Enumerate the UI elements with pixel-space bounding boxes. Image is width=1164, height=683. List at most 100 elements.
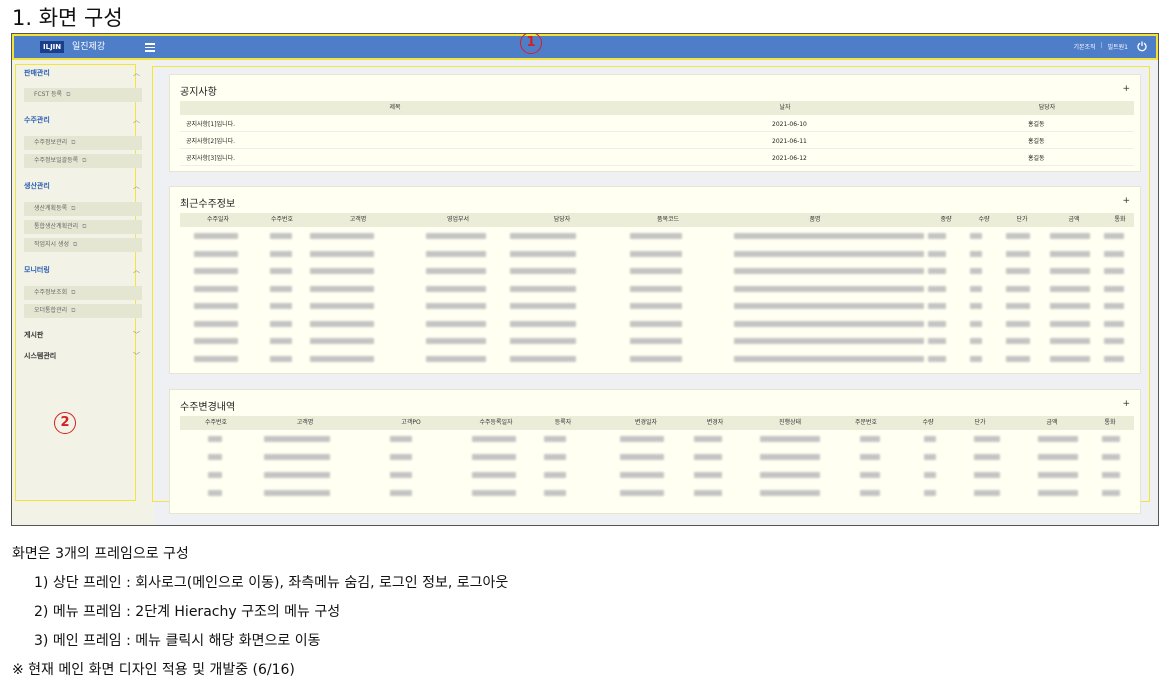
redacted-cell: [270, 285, 292, 292]
redacted-cell: [544, 490, 566, 496]
redacted-cell: [544, 436, 566, 442]
redacted-row[interactable]: [180, 336, 1134, 346]
redacted-cell: [1050, 303, 1090, 309]
redacted-cell: [970, 303, 982, 309]
hamburger-icon[interactable]: [145, 43, 155, 52]
company-name[interactable]: 일진제강: [72, 40, 105, 54]
menu-item-order-integrated[interactable]: 오더통합관리 ⧉: [24, 304, 142, 318]
menu-item-order-bulk[interactable]: 수주정보일괄등록 ⧉: [24, 154, 142, 168]
table-row[interactable]: 공지사항[2]입니다. 2021-06-11 홍길동: [180, 135, 1134, 149]
redacted-cell: [860, 436, 880, 442]
redacted-cell: [1006, 285, 1030, 292]
redacted-row[interactable]: [180, 452, 1134, 462]
table-row[interactable]: 공지사항[3]입니다. 2021-06-12 홍길동: [180, 152, 1134, 166]
redacted-cell: [1102, 454, 1120, 460]
caption-main-frame: 3) 메인 프레임 : 메뉴 클릭시 해당 화면으로 이동: [34, 633, 321, 649]
redacted-cell: [734, 338, 924, 344]
redacted-cell: [544, 454, 566, 460]
company-logo[interactable]: ILJIN: [40, 41, 65, 53]
menu-group-monitoring[interactable]: 모니터링 ︿: [16, 262, 142, 278]
change-history-title: 수주변경내역: [180, 402, 236, 413]
redacted-cell: [928, 320, 946, 327]
redacted-cell: [734, 250, 924, 257]
redacted-row[interactable]: [180, 301, 1134, 311]
redacted-cell: [974, 454, 1000, 460]
redacted-cell: [970, 250, 982, 257]
redacted-cell: [270, 355, 292, 362]
menu-group-system[interactable]: 시스템관리 ﹀: [16, 348, 142, 364]
redacted-cell: [264, 454, 330, 460]
redacted-cell: [426, 268, 486, 274]
redacted-cell: [264, 436, 330, 442]
redacted-cell: [1006, 250, 1030, 257]
redacted-row[interactable]: [180, 284, 1134, 294]
redacted-cell: [734, 233, 924, 239]
redacted-row[interactable]: [180, 319, 1134, 329]
redacted-cell: [630, 268, 682, 274]
redacted-cell: [734, 303, 924, 309]
redacted-cell: [472, 472, 516, 478]
redacted-row[interactable]: [180, 488, 1134, 498]
redacted-cell: [1104, 285, 1124, 292]
redacted-cell: [194, 355, 238, 362]
redacted-cell: [472, 436, 516, 442]
callout-1: 1: [520, 34, 542, 54]
redacted-row[interactable]: [180, 231, 1134, 241]
redacted-row[interactable]: [180, 354, 1134, 364]
redacted-cell: [924, 436, 936, 442]
redacted-cell: [1006, 355, 1030, 362]
redacted-cell: [928, 338, 946, 344]
menu-group-board[interactable]: 게시판 ﹀: [16, 327, 142, 343]
redacted-cell: [970, 285, 982, 292]
redacted-row[interactable]: [180, 434, 1134, 444]
menu-group-orders[interactable]: 수주관리 ︿: [16, 112, 142, 128]
menu-group-sales[interactable]: 판매관리 ︿: [16, 65, 142, 81]
top-frame: ILJIN 일진제강 기본조직 | 빌트원1: [12, 34, 1158, 60]
redacted-cell: [194, 338, 238, 344]
redacted-cell: [194, 303, 238, 309]
redacted-cell: [270, 268, 292, 274]
redacted-cell: [510, 355, 576, 362]
redacted-cell: [630, 285, 682, 292]
redacted-cell: [1006, 233, 1030, 239]
redacted-cell: [194, 268, 238, 274]
redacted-cell: [1104, 355, 1124, 362]
recent-orders-expand-button[interactable]: +: [1122, 196, 1130, 206]
redacted-row[interactable]: [180, 266, 1134, 276]
redacted-cell: [426, 285, 486, 292]
redacted-cell: [270, 250, 292, 257]
redacted-cell: [1050, 338, 1090, 344]
redacted-cell: [734, 355, 924, 362]
redacted-cell: [472, 490, 516, 496]
menu-item-work-order[interactable]: 작업지시 생성 ⧉: [24, 238, 142, 252]
menu-item-fcst[interactable]: FCST 등록 ⧉: [24, 88, 142, 102]
menu-item-integrated-plan[interactable]: 통합생산계획관리 ⧉: [24, 220, 142, 234]
redacted-cell: [1102, 436, 1120, 442]
redacted-cell: [1006, 320, 1030, 327]
redacted-cell: [310, 303, 374, 309]
change-history-expand-button[interactable]: +: [1122, 399, 1130, 409]
menu-item-production-plan[interactable]: 생산계획등록 ⧉: [24, 202, 142, 216]
power-icon[interactable]: [1136, 40, 1148, 52]
redacted-cell: [510, 285, 576, 292]
redacted-cell: [760, 436, 820, 442]
redacted-row[interactable]: [180, 249, 1134, 259]
redacted-row[interactable]: [180, 470, 1134, 480]
redacted-cell: [390, 472, 412, 478]
redacted-cell: [970, 338, 982, 344]
table-row[interactable]: 공지사항[1]입니다. 2021-06-10 홍길동: [180, 118, 1134, 132]
redacted-cell: [1102, 490, 1120, 496]
redacted-cell: [1050, 233, 1090, 239]
menu-item-order-info[interactable]: 수주정보관리 ⧉: [24, 136, 142, 150]
menu-group-production[interactable]: 생산관리 ︿: [16, 178, 142, 194]
col-owner: 담당자: [1038, 104, 1056, 111]
change-history-panel: 수주변경내역 + 수주번호 고객명 고객PO 수주등록일자 등록자 변경일자 변…: [169, 389, 1141, 514]
redacted-cell: [928, 250, 946, 257]
redacted-cell: [310, 233, 374, 239]
notice-panel: 공지사항 + 제목 날자 담당자 공지사항[1]입니다. 2021-06-10 …: [169, 74, 1141, 172]
redacted-cell: [928, 355, 946, 362]
redacted-cell: [694, 490, 722, 496]
notice-expand-button[interactable]: +: [1122, 84, 1130, 94]
redacted-cell: [1104, 268, 1124, 274]
menu-item-order-search[interactable]: 수주정보조회 ⧉: [24, 286, 142, 300]
